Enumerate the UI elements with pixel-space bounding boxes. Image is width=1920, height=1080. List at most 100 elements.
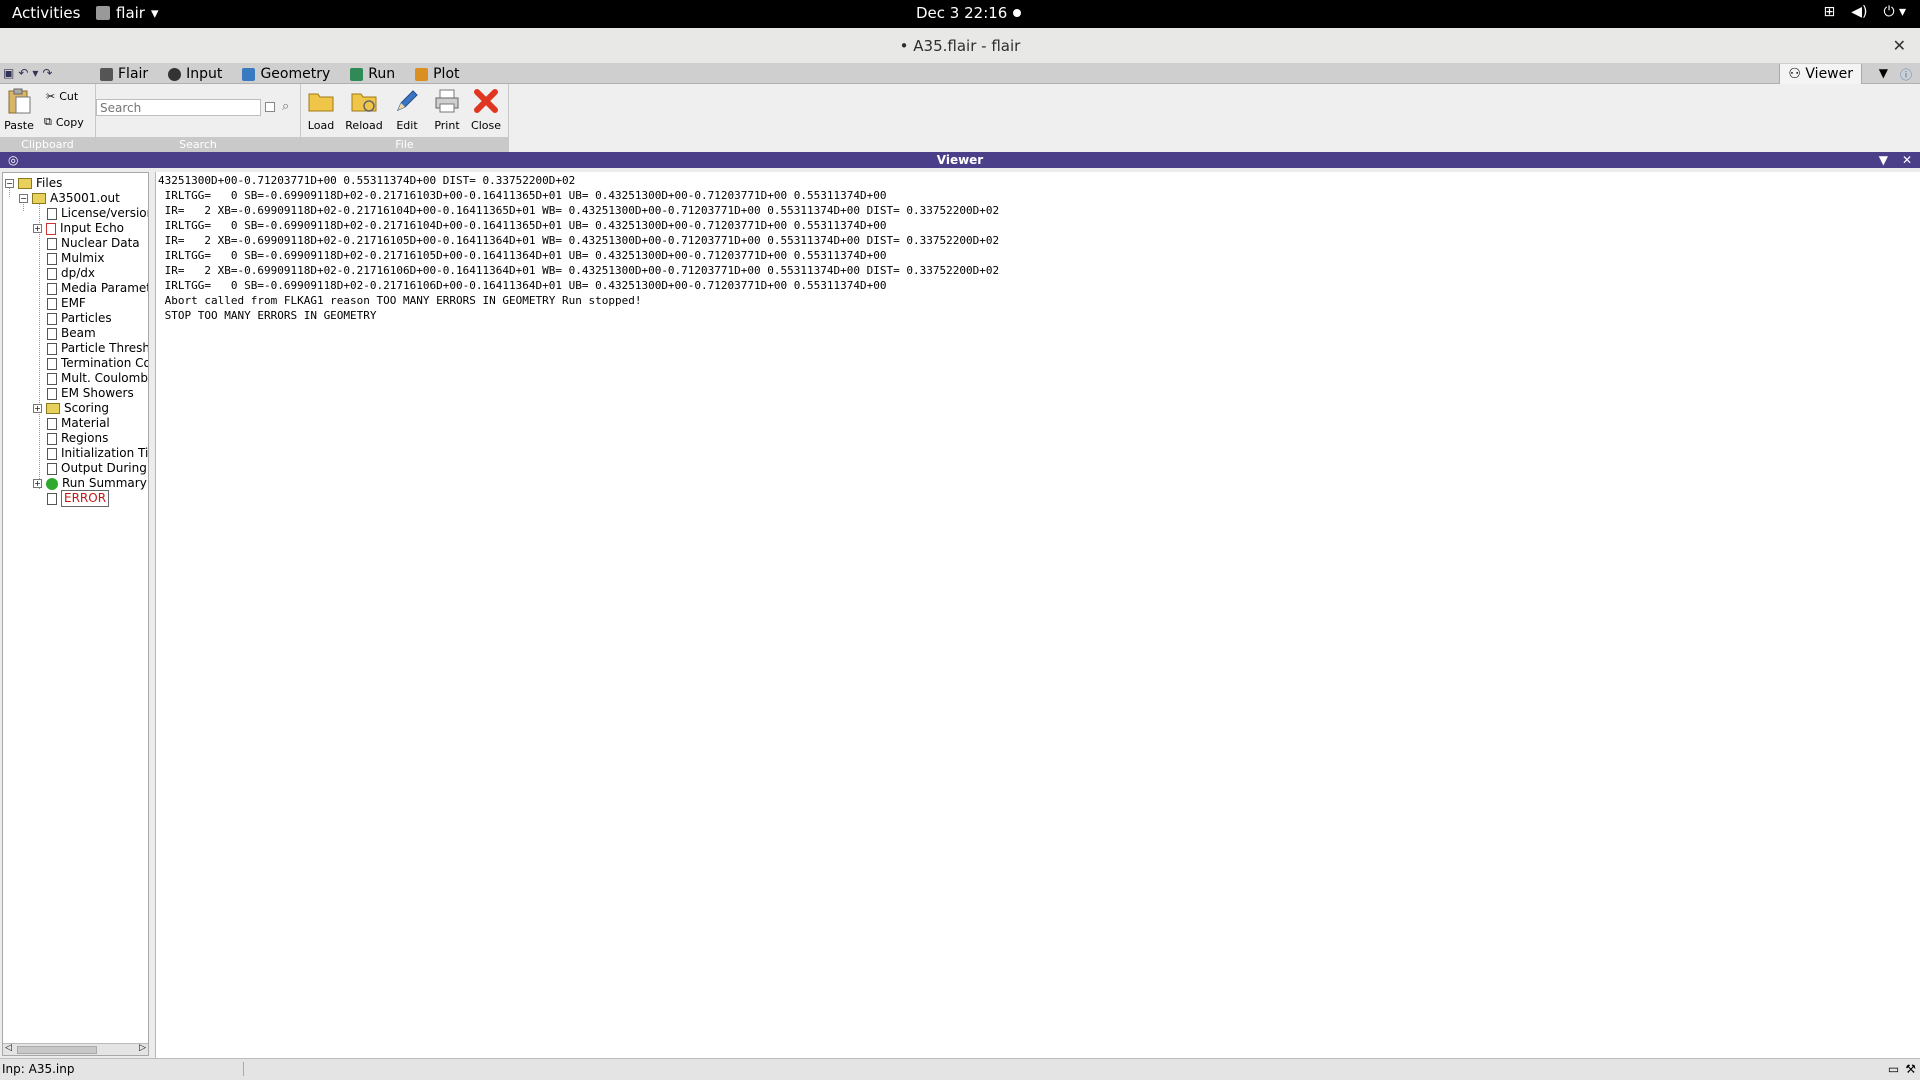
close-icon [474, 89, 498, 113]
tree-node-output-during[interactable]: Output During [47, 461, 147, 476]
scroll-right-icon[interactable]: ▷ [139, 1043, 146, 1053]
activities-button[interactable]: Activities [12, 4, 80, 22]
viewer-line: IR= 2 XB=-0.69909118D+02-0.21716104D+00-… [158, 204, 1000, 217]
scroll-thumb[interactable] [17, 1046, 97, 1054]
tab-input-label: Input [186, 66, 223, 82]
tree-node-error[interactable]: ERROR [47, 490, 110, 507]
app-menu[interactable]: flair ▾ [96, 4, 159, 22]
tree-node-files[interactable]: − Files [5, 176, 62, 191]
system-tray[interactable]: ⊞ ◀) ⏻ ▾ [1823, 4, 1906, 20]
document-icon [47, 327, 57, 340]
print-button[interactable]: Print [428, 87, 466, 132]
tree-node-regions[interactable]: Regions [47, 431, 108, 446]
collapse-icon[interactable]: − [5, 179, 14, 188]
tree-node-label: EM Showers [61, 386, 134, 400]
tree-node-scoring[interactable]: + Scoring [33, 401, 109, 416]
file-tree[interactable]: − Files − A35001.out License/version + I… [2, 172, 149, 1056]
tree-node-label: Particles [61, 311, 112, 325]
power-icon[interactable]: ⏻ ▾ [1883, 4, 1906, 20]
viewer-header: ◎ Viewer ▼ ✕ [0, 152, 1920, 168]
document-icon [47, 252, 57, 265]
volume-icon[interactable]: ◀) [1851, 4, 1867, 20]
viewer-page-selector[interactable]: ⚇ Viewer [1779, 64, 1862, 84]
tab-flair-label: Flair [118, 66, 149, 82]
tools-icon[interactable]: ⚒ [1905, 1062, 1916, 1076]
tree-node-label: EMF [61, 296, 86, 310]
search-input[interactable] [96, 99, 261, 116]
tree-node-mult-coulomb[interactable]: Mult. Coulomb [47, 371, 148, 386]
tree-node-initialization-time[interactable]: Initialization Time [47, 446, 148, 461]
viewer-close-icon[interactable]: ✕ [1902, 152, 1912, 168]
reload-label: Reload [345, 119, 383, 132]
tree-horizontal-scrollbar[interactable]: ◁ ▷ [3, 1043, 148, 1055]
help-icon[interactable]: ⓘ [1900, 66, 1912, 83]
paste-button[interactable]: Paste [0, 87, 38, 132]
tree-node-particles[interactable]: Particles [47, 311, 112, 326]
viewer-menu-icon[interactable]: ▼ [1879, 152, 1888, 168]
document-icon [47, 342, 57, 355]
tree-node-run-summary[interactable]: + Run Summary [33, 476, 147, 491]
tree-node-termination-conditions[interactable]: Termination Conditions [47, 356, 148, 371]
input-icon [168, 67, 182, 81]
load-button[interactable]: Load [302, 87, 340, 132]
tree-node-dpdx[interactable]: dp/dx [47, 266, 95, 281]
file-group-label: File [301, 137, 508, 152]
reload-button[interactable]: Reload [345, 87, 383, 132]
cut-button[interactable]: ✂ Cut [46, 90, 78, 103]
scroll-left-icon[interactable]: ◁ [5, 1043, 12, 1053]
folder-icon [18, 178, 32, 189]
tree-node-em-showers[interactable]: EM Showers [47, 386, 134, 401]
tab-geometry[interactable]: Geometry [232, 64, 340, 84]
tree-node-label: dp/dx [61, 266, 95, 280]
tab-flair[interactable]: Flair [90, 64, 158, 84]
tree-node-input-echo[interactable]: + Input Echo [33, 221, 124, 236]
viewer-text: 43251300D+00-0.71203771D+00 0.55311374D+… [156, 172, 1920, 324]
copy-button[interactable]: ⧉ Copy [44, 115, 84, 129]
close-button[interactable]: Close [467, 87, 505, 132]
notification-dot-icon [1013, 9, 1022, 17]
tree-node-emf[interactable]: EMF [47, 296, 86, 311]
tree-node-label: License/version [61, 206, 149, 220]
page-menu-icon[interactable]: ▼ [1879, 66, 1888, 83]
tab-plot[interactable]: Plot [405, 64, 469, 84]
edit-button[interactable]: Edit [388, 87, 426, 132]
viewer-tab-icon: ⚇ [1788, 66, 1801, 82]
expand-icon[interactable]: + [33, 404, 42, 413]
quick-access-toolbar: ▣ ↶ ▾ ↷ [3, 66, 53, 80]
tree-node-license[interactable]: License/version [47, 206, 149, 221]
tree-guide [39, 197, 40, 489]
tree-node-media-parameters[interactable]: Media Parameters [47, 281, 148, 296]
search-case-checkbox[interactable] [265, 102, 275, 112]
search-icon[interactable]: ⌕ [282, 99, 289, 114]
scissors-icon: ✂ [46, 90, 56, 103]
collapse-icon[interactable]: − [19, 194, 28, 203]
output-text-viewer[interactable]: 43251300D+00-0.71203771D+00 0.55311374D+… [155, 172, 1920, 1058]
tree-node-beam[interactable]: Beam [47, 326, 96, 341]
frame-icon[interactable]: ◎ [8, 152, 18, 168]
tree-node-output-file[interactable]: − A35001.out [19, 191, 120, 206]
clock[interactable]: Dec 3 22:16 [916, 4, 1022, 22]
tree-node-label: Output During [61, 461, 147, 475]
terminal-icon[interactable]: ▭ [1888, 1062, 1899, 1076]
expand-icon[interactable]: + [33, 479, 42, 488]
expand-icon[interactable]: + [33, 224, 42, 233]
tree-node-material[interactable]: Material [47, 416, 110, 431]
window-close-button[interactable]: ✕ [1893, 28, 1906, 64]
tree-node-particle-thresholds[interactable]: Particle Thresholds [47, 341, 148, 356]
ribbon-tab-row: ▣ ↶ ▾ ↷ Flair Input Geometry Run Plot ⚇ … [0, 64, 1920, 84]
save-icon[interactable]: ▣ [3, 66, 14, 80]
tab-run[interactable]: Run [340, 64, 405, 84]
tab-plot-label: Plot [433, 66, 460, 82]
undo-dropdown-icon[interactable]: ▾ [32, 66, 38, 80]
network-icon[interactable]: ⊞ [1823, 4, 1835, 20]
tree-node-label: Scoring [64, 401, 110, 415]
document-icon [47, 417, 57, 430]
document-icon [47, 282, 57, 295]
viewer-header-title: Viewer [936, 153, 984, 167]
redo-icon[interactable]: ↷ [42, 66, 52, 80]
undo-icon[interactable]: ↶ [18, 66, 28, 80]
tab-input[interactable]: Input [158, 64, 232, 84]
tree-node-nuclear-data[interactable]: Nuclear Data [47, 236, 140, 251]
tree-node-mulmix[interactable]: Mulmix [47, 251, 104, 266]
folder-icon [46, 403, 60, 414]
